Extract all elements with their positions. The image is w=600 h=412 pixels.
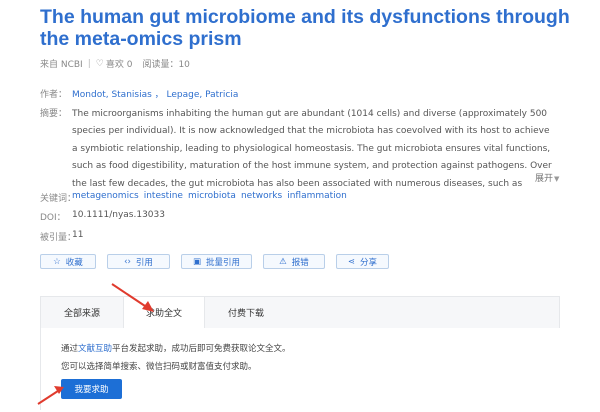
views-count: 阅读量：10 [142,60,190,70]
keywords-label: 关键词： [40,194,77,204]
source-text: 来自 NCBI [40,60,83,70]
doi-value: 10.1111/nyas.13033 [72,210,165,220]
doi-row: DOI： 10.1111/nyas.13033 [40,210,165,223]
help-content: 通过文献互助平台发起求助，成功后即可免费获取论文全文。 您可以选择简单搜索、微信… [41,328,561,410]
expand-label[interactable]: 展开 [535,174,553,184]
keyword-link[interactable]: metagenomics [72,191,139,201]
tab-all-sources[interactable]: 全部来源 [41,297,123,328]
batch-cite-button[interactable]: ▣ 批量引用 [181,254,252,269]
authors-value[interactable]: Mondot, Stanisias ， Lepage, Patricia [72,87,238,100]
authors-row: 作者： Mondot, Stanisias ， Lepage, Patricia [40,87,238,100]
abstract-text: The microorganisms inhabiting the human … [72,109,552,189]
cite-button[interactable]: ‹› 引用 [107,254,170,269]
article-title: The human gut microbiome and its dysfunc… [40,6,570,50]
tab-bar: 全部来源 求助全文 付费下载 [41,297,559,328]
cited-row: 被引量： 11 [40,230,83,243]
cited-label: 被引量： [40,233,77,243]
action-bar: ☆ 收藏 ‹› 引用 ▣ 批量引用 ⚠ 报错 ⋖ 分享 [40,254,389,269]
heart-icon[interactable]: ♡ [96,59,104,69]
abstract-row: 摘要： The microorganisms inhabiting the hu… [40,106,560,193]
fulltext-panel: 全部来源 求助全文 付费下载 通过文献互助平台发起求助，成功后即可免费获取论文全文。… [40,296,561,410]
likes-count[interactable]: 喜欢 0 [106,57,133,70]
article-meta: 来自 NCBI | ♡ 喜欢 0 阅读量：10 [40,57,190,71]
help-suffix: 平台发起求助，成功后即可免费获取论文全文。 [112,344,291,354]
divider: | [87,58,91,69]
favorite-button[interactable]: ☆ 收藏 [40,254,96,269]
warning-icon: ⚠ [279,256,287,267]
star-icon: ☆ [53,256,61,267]
keywords-row: 关键词： metagenomics intestine microbiota netw… [40,191,352,204]
keyword-link[interactable]: inflammation [287,191,347,201]
help-prefix: 通过 [61,344,79,354]
action-label: 引用 [135,257,153,268]
action-label: 分享 [360,257,378,268]
cited-count[interactable]: 11 [72,230,83,243]
keyword-list: metagenomics intestine microbiota networks i… [72,191,352,204]
keyword-link[interactable]: intestine [144,191,183,201]
help-line-1: 通过文献互助平台发起求助，成功后即可免费获取论文全文。 [61,342,291,354]
abstract-label: 摘要： [40,109,68,119]
authors-label: 作者： [40,90,68,100]
action-label: 收藏 [65,257,83,268]
expand-toggle[interactable]: 展开▼ [532,171,560,184]
tab-paid-download[interactable]: 付费下载 [205,297,287,328]
keyword-link[interactable]: microbiota [188,191,236,201]
tab-request-fulltext[interactable]: 求助全文 [123,297,205,328]
help-line-2: 您可以选择简单搜索、微信扫码或财富值支付求助。 [61,362,257,372]
mutual-help-link[interactable]: 文献互助 [78,344,112,354]
action-label: 报错 [291,257,309,268]
request-help-button[interactable]: 我要求助 [61,379,122,399]
chevron-down-icon[interactable]: ▼ [554,175,559,183]
code-icon: ‹› [124,256,131,267]
share-icon: ⋖ [347,256,356,267]
batch-quote-icon: ▣ [192,256,201,267]
action-label: 批量引用 [206,257,241,268]
report-error-button[interactable]: ⚠ 报错 [263,254,325,269]
share-button[interactable]: ⋖ 分享 [336,254,389,269]
doi-label: DOI： [40,213,66,223]
keyword-link[interactable]: networks [241,191,282,201]
